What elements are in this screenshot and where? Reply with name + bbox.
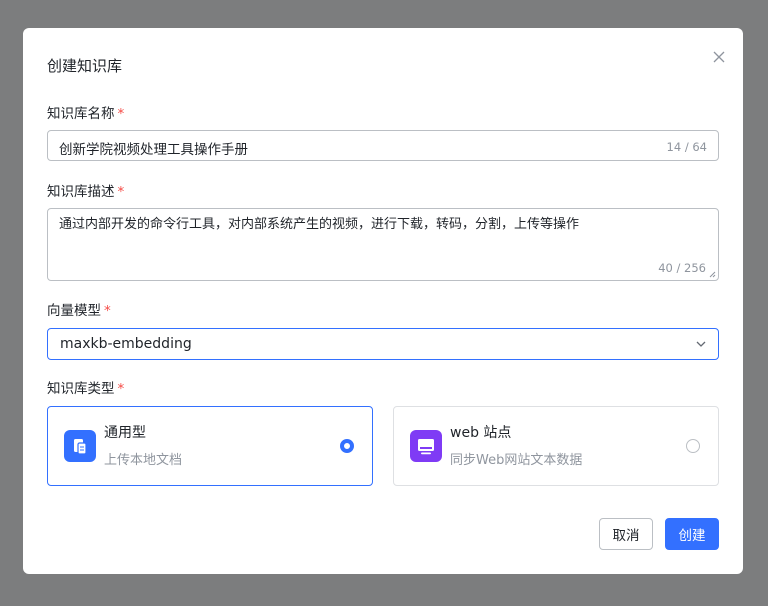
required-mark: * <box>117 381 125 397</box>
required-mark: * <box>117 106 125 122</box>
close-icon[interactable] <box>711 49 727 65</box>
kb-type-title: 通用型 <box>104 425 146 441</box>
document-icon <box>64 430 96 462</box>
name-input-value: 创新学院视频处理工具操作手册 <box>59 142 248 158</box>
description-char-counter: 40 / 256 <box>658 261 706 275</box>
description-textarea-value: 通过内部开发的命令行工具，对内部系统产生的视频，进行下载，转码，分割，上传等操作 <box>59 217 580 232</box>
kb-type-card-general[interactable]: 通用型 上传本地文档 <box>47 406 373 486</box>
description-label: 知识库描述 * <box>47 184 125 200</box>
required-mark: * <box>117 184 125 200</box>
cancel-button[interactable]: 取消 <box>599 518 653 550</box>
monitor-icon <box>410 430 442 462</box>
kb-type-title: web 站点 <box>450 425 512 441</box>
name-label: 知识库名称 * <box>47 106 125 122</box>
kb-type-label: 知识库类型 * <box>47 381 125 397</box>
model-select[interactable]: maxkb-embedding <box>47 328 719 360</box>
model-select-value: maxkb-embedding <box>60 336 192 352</box>
dialog-title: 创建知识库 <box>47 57 123 75</box>
kb-type-radio-general[interactable] <box>340 439 354 453</box>
name-input[interactable]: 创新学院视频处理工具操作手册 14 / 64 <box>47 130 719 161</box>
kb-type-subtitle: 同步Web网站文本数据 <box>450 453 583 468</box>
description-textarea[interactable]: 通过内部开发的命令行工具，对内部系统产生的视频，进行下载，转码，分割，上传等操作… <box>47 208 719 281</box>
kb-type-radio-web[interactable] <box>686 439 700 453</box>
chevron-down-icon <box>696 341 706 347</box>
required-mark: * <box>104 303 111 319</box>
model-label: 向量模型 * <box>47 303 111 319</box>
create-button[interactable]: 创建 <box>665 518 719 550</box>
name-char-counter: 14 / 64 <box>666 140 707 154</box>
kb-type-subtitle: 上传本地文档 <box>104 453 183 468</box>
resize-grip-icon[interactable] <box>709 271 716 278</box>
kb-type-card-web[interactable]: web 站点 同步Web网站文本数据 <box>393 406 719 486</box>
create-knowledge-base-dialog: 创建知识库 知识库名称 * 创新学院视频处理工具操作手册 14 / 64 知识库描… <box>23 28 743 574</box>
